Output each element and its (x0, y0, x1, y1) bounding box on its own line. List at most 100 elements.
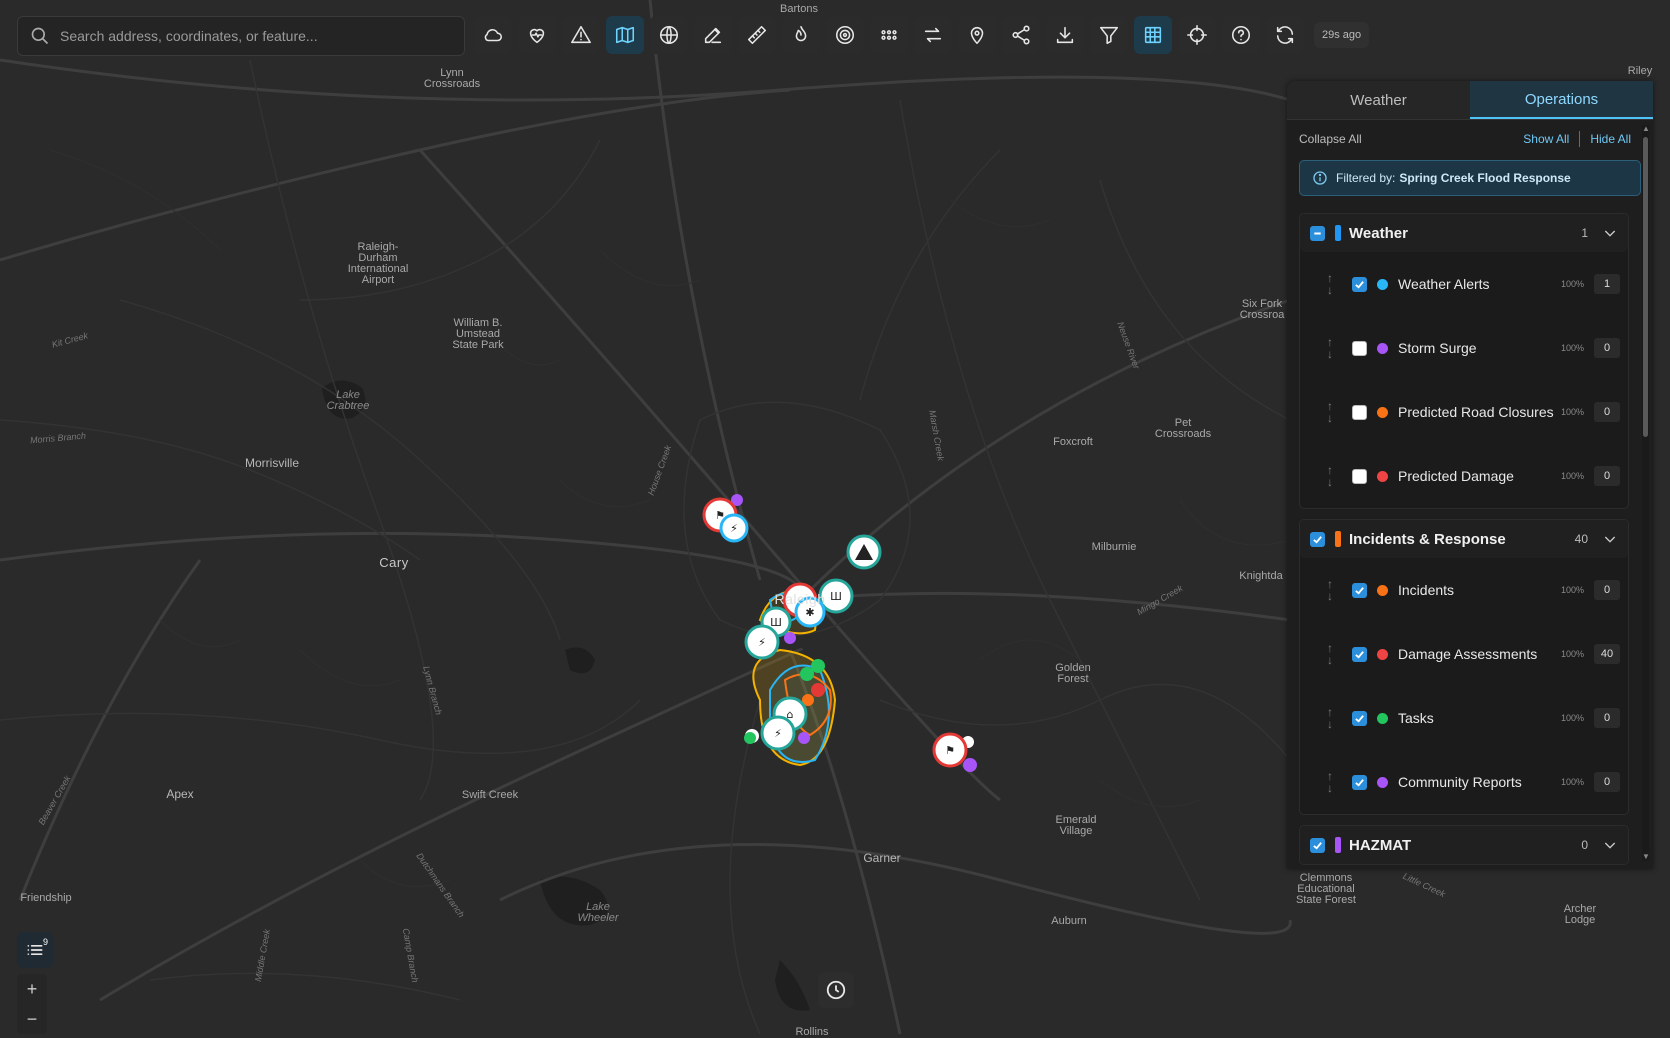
reorder-handle[interactable]: ↑ ↓ (1324, 336, 1336, 360)
layer-checkbox[interactable] (1352, 276, 1367, 292)
map-icon (615, 26, 635, 44)
layer-checkbox[interactable] (1352, 646, 1367, 662)
layer-color-dot (1377, 584, 1388, 596)
layer-checkbox[interactable] (1352, 340, 1367, 356)
layer-checkbox[interactable] (1352, 582, 1367, 598)
filter-button[interactable] (1090, 16, 1128, 54)
edit-button[interactable] (694, 16, 732, 54)
layer-group-header[interactable]: HAZMAT 0 (1300, 826, 1628, 864)
svg-text:⚡: ⚡ (774, 727, 782, 740)
legend-button[interactable]: 9 (17, 932, 53, 968)
layer-checkbox[interactable] (1352, 710, 1367, 726)
reorder-handle[interactable]: ↑ ↓ (1324, 642, 1336, 666)
arrow-down-icon[interactable]: ↓ (1327, 654, 1333, 666)
zoom-out-button[interactable]: − (17, 1004, 47, 1034)
table-button[interactable] (1134, 16, 1172, 54)
share-button[interactable] (1002, 16, 1040, 54)
globe-button[interactable] (650, 16, 688, 54)
tab-operations[interactable]: Operations (1470, 81, 1653, 119)
layer-checkbox[interactable] (1352, 774, 1367, 790)
panel-scrollbar[interactable]: ▲ ▼ (1642, 125, 1650, 861)
svg-text:⚡: ⚡ (730, 522, 738, 535)
reorder-handle[interactable]: ↑ ↓ (1324, 706, 1336, 730)
search-icon (31, 27, 49, 45)
layer-row[interactable]: ↑ ↓ Community Reports 100% 0 (1300, 750, 1628, 814)
ruler-button[interactable] (738, 16, 776, 54)
panel-controls: Collapse All Show All Hide All (1287, 120, 1653, 158)
layer-checkbox[interactable] (1352, 468, 1367, 484)
layer-opacity[interactable]: 100% (1561, 777, 1584, 787)
chevron-down-icon[interactable] (1602, 531, 1618, 547)
refresh-button[interactable] (1266, 16, 1304, 54)
arrow-down-icon[interactable]: ↓ (1327, 718, 1333, 730)
layer-group: Incidents & Response 40 ↑ ↓ Incidents 100% 0 ↑ ↓… (1299, 519, 1629, 815)
swap-button[interactable] (914, 16, 952, 54)
layer-row[interactable]: ↑ ↓ Weather Alerts 100% 1 (1300, 252, 1628, 316)
reorder-handle[interactable]: ↑ ↓ (1324, 770, 1336, 794)
map-button[interactable] (606, 16, 644, 54)
arrow-down-icon[interactable]: ↓ (1327, 590, 1333, 602)
layer-name: Damage Assessments (1398, 646, 1538, 662)
zoom-in-button[interactable]: + (17, 974, 47, 1004)
scroll-up-icon[interactable]: ▲ (1642, 125, 1650, 133)
layer-row[interactable]: ↑ ↓ Predicted Road Closures 100% 0 (1300, 380, 1628, 444)
svg-text:✱: ✱ (805, 606, 814, 619)
help-button[interactable] (1222, 16, 1260, 54)
arrow-down-icon[interactable]: ↓ (1327, 782, 1333, 794)
reorder-handle[interactable]: ↑ ↓ (1324, 464, 1336, 488)
arrow-down-icon[interactable]: ↓ (1327, 476, 1333, 488)
layer-row[interactable]: ↑ ↓ Incidents 100% 0 (1300, 558, 1628, 622)
show-all-button[interactable]: Show All (1513, 132, 1579, 146)
heart-pulse-button[interactable] (518, 16, 556, 54)
layer-group-header[interactable]: Incidents & Response 40 (1300, 520, 1628, 558)
tab-weather[interactable]: Weather (1287, 81, 1470, 119)
layer-opacity[interactable]: 100% (1561, 407, 1584, 417)
layer-opacity[interactable]: 100% (1561, 585, 1584, 595)
group-count: 0 (1581, 838, 1588, 852)
hide-all-button[interactable]: Hide All (1580, 132, 1641, 146)
scrollbar-thumb[interactable] (1643, 137, 1648, 437)
arrow-down-icon[interactable]: ↓ (1327, 284, 1333, 296)
warning-button[interactable] (562, 16, 600, 54)
search-input[interactable] (58, 27, 464, 45)
layer-groups: Weather 1 ↑ ↓ Weather Alerts 100% 1 ↑ ↓ Storm Sur… (1299, 213, 1629, 869)
layer-color-dot (1377, 342, 1388, 354)
location-pin-button[interactable] (958, 16, 996, 54)
timeline-button[interactable] (818, 972, 854, 1008)
group-checkbox[interactable] (1310, 837, 1325, 853)
download-button[interactable] (1046, 16, 1084, 54)
grid-dots-button[interactable] (870, 16, 908, 54)
layer-opacity[interactable]: 100% (1561, 649, 1584, 659)
arrow-down-icon[interactable]: ↓ (1327, 348, 1333, 360)
chevron-down-icon[interactable] (1602, 837, 1618, 853)
layer-group-header[interactable]: Weather 1 (1300, 214, 1628, 252)
chevron-down-icon[interactable] (1602, 225, 1618, 241)
crosshair-button[interactable] (1178, 16, 1216, 54)
layer-color-dot (1377, 278, 1388, 290)
layer-opacity[interactable]: 100% (1561, 713, 1584, 723)
layer-row[interactable]: ↑ ↓ Predicted Damage 100% 0 (1300, 444, 1628, 508)
layer-row[interactable]: ↑ ↓ Damage Assessments 100% 40 (1300, 622, 1628, 686)
cloud-button[interactable] (474, 16, 512, 54)
target-button[interactable] (826, 16, 864, 54)
layer-opacity[interactable]: 100% (1561, 471, 1584, 481)
filter-prefix: Filtered by: (1336, 171, 1396, 185)
layer-row[interactable]: ↑ ↓ Storm Surge 100% 0 (1300, 316, 1628, 380)
reorder-handle[interactable]: ↑ ↓ (1324, 578, 1336, 602)
zoom-controls: + − (17, 974, 47, 1034)
map-label: Knightda (1239, 570, 1283, 582)
group-checkbox[interactable] (1310, 225, 1325, 241)
fire-button[interactable] (782, 16, 820, 54)
collapse-all-button[interactable]: Collapse All (1299, 132, 1362, 146)
group-checkbox[interactable] (1310, 531, 1325, 547)
layer-checkbox[interactable] (1352, 404, 1367, 420)
reorder-handle[interactable]: ↑ ↓ (1324, 272, 1336, 296)
layer-row[interactable]: ↑ ↓ Tasks 100% 0 (1300, 686, 1628, 750)
layer-opacity[interactable]: 100% (1561, 279, 1584, 289)
reorder-handle[interactable]: ↑ ↓ (1324, 400, 1336, 424)
layer-opacity[interactable]: 100% (1561, 343, 1584, 353)
search-bar[interactable] (17, 16, 465, 56)
arrow-down-icon[interactable]: ↓ (1327, 412, 1333, 424)
swap-icon (924, 27, 942, 43)
scroll-down-icon[interactable]: ▼ (1642, 853, 1650, 861)
